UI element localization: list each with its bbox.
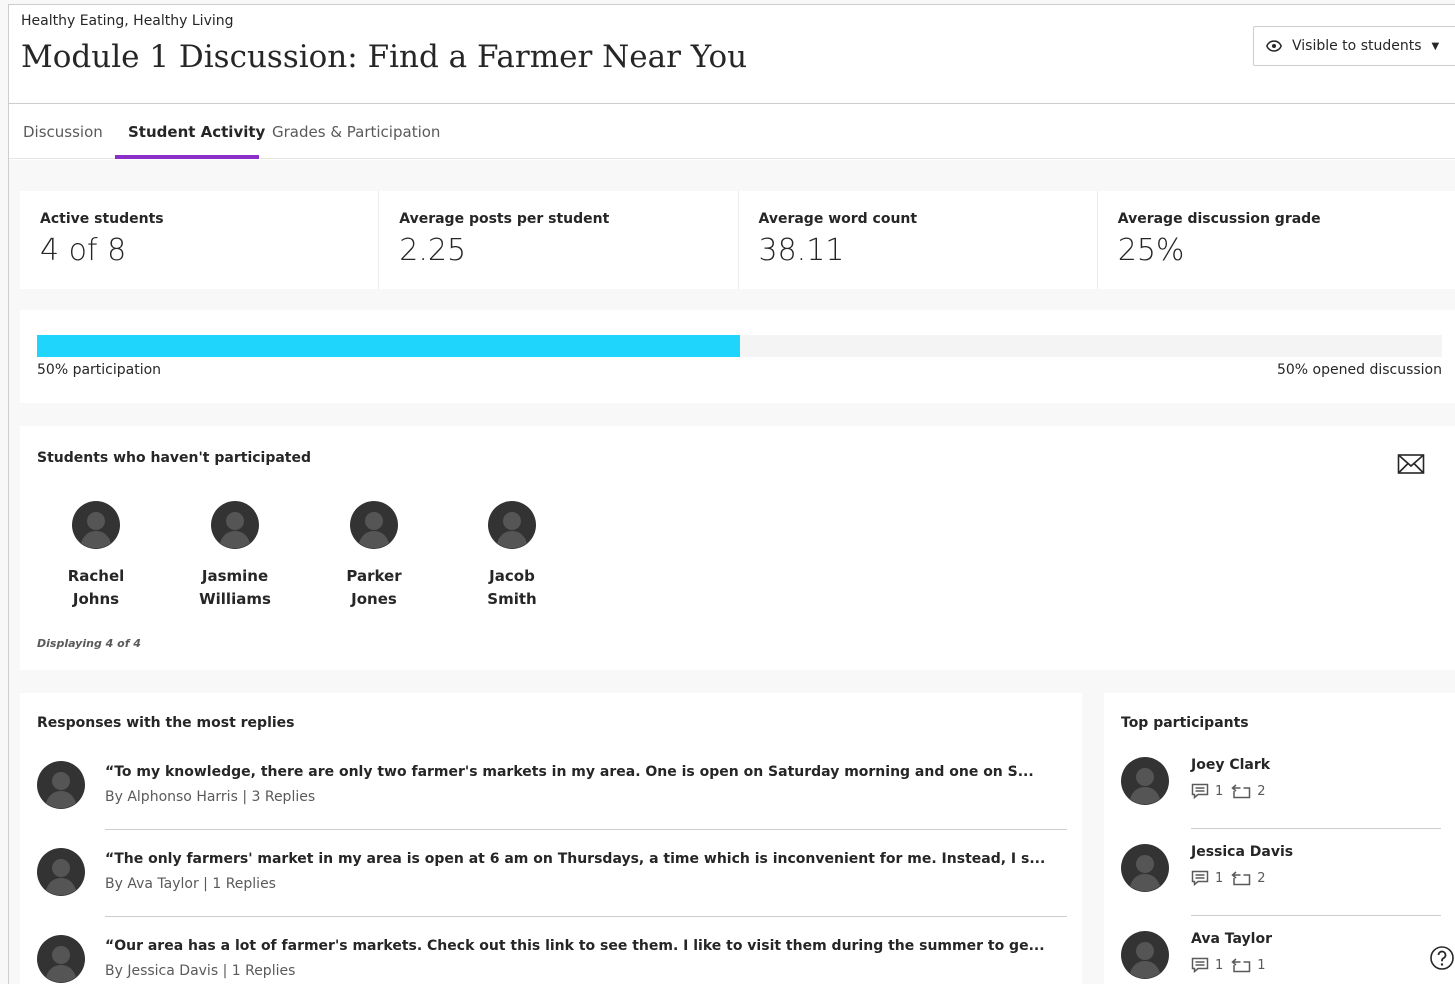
stat-value: 38.11 — [758, 233, 845, 268]
reply-count: 1 — [1257, 957, 1266, 973]
stat-label: Active students — [40, 211, 164, 227]
stat-average-posts: Average posts per student 2.25 — [378, 191, 737, 289]
stat-average-grade: Average discussion grade 25% — [1096, 191, 1455, 289]
participant-counts: 1 1 — [1191, 957, 1274, 973]
reply-count: 2 — [1257, 870, 1266, 886]
response-byline: By Alphonso Harris | 3 Replies — [105, 789, 316, 805]
not-participated-title: Students who haven't participated — [37, 450, 312, 466]
eye-icon — [1266, 40, 1282, 52]
participant-item[interactable]: Joey Clark 1 2 — [1121, 757, 1441, 844]
responses-card: Responses with the most replies “To my k… — [20, 693, 1082, 984]
post-icon — [1191, 870, 1209, 886]
divider — [1191, 915, 1441, 916]
student-name: Rachel Johns — [67, 567, 125, 608]
response-byline: By Ava Taylor | 1 Replies — [105, 876, 276, 892]
participation-card: 50% participation 50% opened discussion — [20, 310, 1455, 403]
participant-item[interactable]: Ava Taylor 1 1 — [1121, 931, 1441, 984]
avatar-icon — [488, 501, 536, 549]
tab-grades-participation[interactable]: Grades & Participation — [272, 123, 440, 141]
avatar-icon — [1121, 931, 1169, 979]
reply-icon — [1231, 871, 1251, 886]
avatar-icon — [37, 761, 85, 809]
page-header: Healthy Eating, Healthy Living Module 1 … — [9, 5, 1455, 104]
responses-title: Responses with the most replies — [37, 715, 295, 731]
avatar-icon — [1121, 844, 1169, 892]
reply-count: 2 — [1257, 783, 1266, 799]
tab-student-activity[interactable]: Student Activity — [128, 123, 265, 141]
avatar-icon — [72, 501, 120, 549]
visibility-dropdown[interactable]: Visible to students ▼ — [1253, 26, 1455, 66]
student-card[interactable]: Parker Jones — [324, 501, 424, 611]
participation-progress-fill — [37, 335, 740, 357]
participant-counts: 1 2 — [1191, 783, 1274, 799]
post-count: 1 — [1215, 783, 1224, 799]
stat-value: 4 of 8 — [40, 233, 127, 268]
post-count: 1 — [1215, 870, 1224, 886]
avatar-icon — [37, 848, 85, 896]
stat-average-word-count: Average word count 38.11 — [737, 191, 1097, 289]
post-count: 1 — [1215, 957, 1224, 973]
tab-bar: Discussion Student Activity Grades & Par… — [9, 105, 1455, 159]
displaying-count: Displaying 4 of 4 — [37, 637, 141, 650]
participant-name: Ava Taylor — [1191, 931, 1272, 947]
reply-icon — [1231, 958, 1251, 973]
top-participants-title: Top participants — [1121, 715, 1249, 731]
response-byline: By Jessica Davis | 1 Replies — [105, 963, 296, 979]
student-card[interactable]: Rachel Johns — [46, 501, 146, 611]
stat-active-students: Active students 4 of 8 — [20, 191, 378, 289]
avatar-icon — [211, 501, 259, 549]
page-frame: Healthy Eating, Healthy Living Module 1 … — [8, 4, 1455, 984]
reply-icon — [1231, 784, 1251, 799]
participation-label: 50% participation — [37, 362, 162, 378]
stats-row: Active students 4 of 8 Average posts per… — [20, 191, 1455, 289]
stat-label: Average word count — [758, 211, 918, 227]
participant-counts: 1 2 — [1191, 870, 1274, 886]
course-name: Healthy Eating, Healthy Living — [21, 13, 234, 29]
help-icon[interactable] — [1429, 945, 1455, 971]
avatar-icon — [37, 935, 85, 983]
student-name: Jacob Smith — [487, 567, 537, 608]
participant-item[interactable]: Jessica Davis 1 2 — [1121, 844, 1441, 931]
student-name: Parker Jones — [346, 567, 402, 608]
response-quote: “Our area has a lot of farmer's markets.… — [105, 938, 1045, 954]
divider — [105, 829, 1067, 830]
envelope-icon[interactable] — [1397, 453, 1425, 475]
stat-value: 25% — [1117, 233, 1185, 268]
avatar-icon — [1121, 757, 1169, 805]
response-item[interactable]: “To my knowledge, there are only two far… — [37, 761, 1067, 848]
post-icon — [1191, 783, 1209, 799]
response-quote: “The only farmers' market in my area is … — [105, 851, 1046, 867]
opened-discussion-label: 50% opened discussion — [1276, 362, 1442, 378]
response-item[interactable]: “Our area has a lot of farmer's markets.… — [37, 935, 1067, 984]
avatar-icon — [350, 501, 398, 549]
chevron-down-icon: ▼ — [1431, 40, 1440, 52]
stat-label: Average posts per student — [399, 211, 610, 227]
response-quote: “To my knowledge, there are only two far… — [105, 764, 1034, 780]
active-tab-indicator — [115, 155, 259, 159]
response-item[interactable]: “The only farmers' market in my area is … — [37, 848, 1067, 935]
participant-name: Jessica Davis — [1191, 844, 1294, 860]
tab-discussion[interactable]: Discussion — [23, 123, 103, 141]
divider — [1191, 828, 1441, 829]
participation-progress-bar — [37, 335, 1442, 357]
post-icon — [1191, 957, 1209, 973]
stat-label: Average discussion grade — [1117, 211, 1321, 227]
student-name: Jasmine Williams — [199, 567, 271, 608]
top-participants-card: Top participants Joey Clark 1 2 Jessica … — [1104, 693, 1455, 984]
page-title: Module 1 Discussion: Find a Farmer Near … — [21, 39, 748, 75]
student-card[interactable]: Jasmine Williams — [185, 501, 285, 611]
participant-name: Joey Clark — [1191, 757, 1271, 773]
visibility-label: Visible to students — [1292, 38, 1422, 54]
stat-value: 2.25 — [399, 233, 467, 268]
divider — [105, 916, 1067, 917]
not-participated-card: Students who haven't participated Rachel… — [20, 426, 1455, 670]
student-card[interactable]: Jacob Smith — [462, 501, 562, 611]
